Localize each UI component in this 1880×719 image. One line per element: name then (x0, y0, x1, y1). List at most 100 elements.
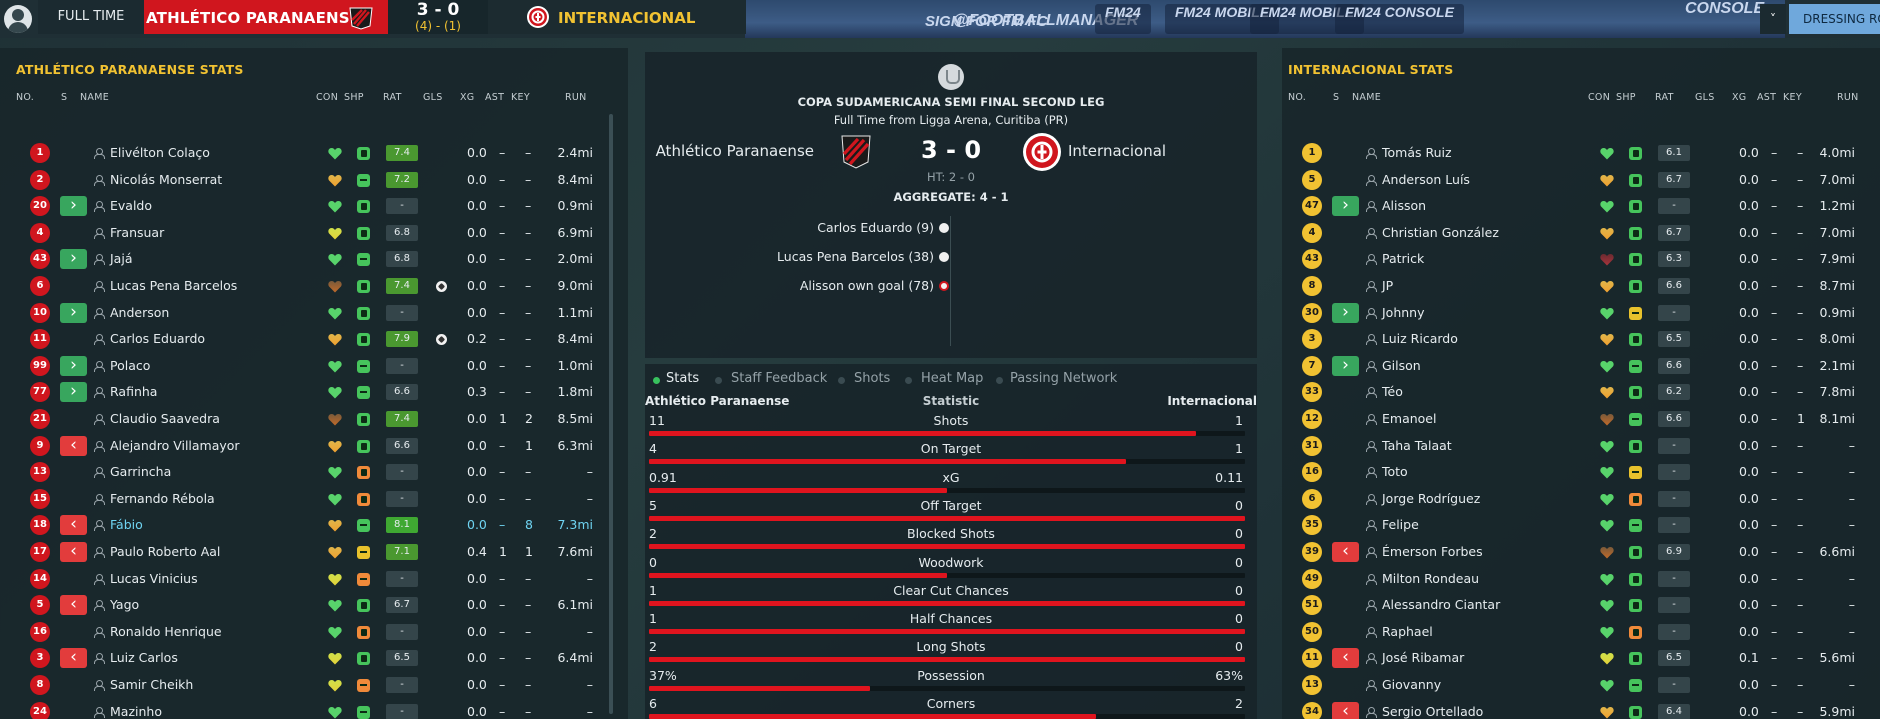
player-name[interactable]: Patrick (1382, 246, 1424, 272)
player-name[interactable]: Mazinho (110, 699, 162, 719)
tab-shots[interactable]: Shots (854, 366, 890, 392)
player-row[interactable]: 31 Taha Talaat -0.0– – – (1282, 433, 1880, 459)
col-run[interactable]: RUN (565, 92, 587, 103)
player-name[interactable]: Garrincha (110, 459, 171, 485)
player-name[interactable]: Felipe (1382, 512, 1419, 538)
player-name[interactable]: Tomás Ruiz (1382, 140, 1452, 166)
col-s[interactable]: S (61, 92, 67, 103)
col-xg[interactable]: XG (460, 92, 474, 103)
col-no[interactable]: NO. (1288, 92, 1306, 103)
tab-passing-network[interactable]: Passing Network (1010, 366, 1117, 392)
scorer-3[interactable]: Alisson own goal (78) (800, 278, 934, 293)
player-row[interactable]: 7 › Gilson 6.6 0.0– –2.1mi (1282, 353, 1880, 379)
player-row[interactable]: 8 JP 6.6 0.0– –8.7mi (1282, 273, 1880, 299)
sub-in-arrow-icon[interactable]: › (60, 196, 87, 217)
center-away-team[interactable]: Internacional (1068, 142, 1166, 160)
player-name[interactable]: Yago (110, 592, 139, 618)
sub-in-arrow-icon[interactable]: › (1332, 355, 1359, 376)
player-row[interactable]: 35 Felipe -0.0– – – (1282, 512, 1880, 538)
col-rat[interactable]: RAT (383, 92, 402, 103)
sub-out-arrow-icon[interactable]: ‹ (60, 515, 87, 536)
scorer-1[interactable]: Carlos Eduardo (9) (817, 220, 934, 235)
player-row[interactable]: 15 Fernando Rébola -0.0– – – (0, 486, 628, 512)
sub-out-arrow-icon[interactable]: ‹ (60, 542, 87, 562)
player-name[interactable]: Anderson (110, 300, 169, 326)
player-name[interactable]: Polaco (110, 353, 150, 379)
player-row[interactable]: 99 › Polaco -0.0– –1.0mi (0, 353, 628, 379)
player-row[interactable]: 13 Garrincha -0.0– – – (0, 459, 628, 485)
col-shp[interactable]: SHP (344, 92, 364, 103)
sub-out-arrow-icon[interactable]: ‹ (60, 435, 87, 456)
player-name[interactable]: Jorge Rodríguez (1382, 486, 1480, 512)
dressing-room-button[interactable]: DRESSING RO (1789, 4, 1880, 34)
tab-heat-map[interactable]: Heat Map (921, 366, 983, 392)
player-name[interactable]: Fransuar (110, 220, 164, 246)
player-row[interactable]: 2 Nicolás Monserrat 7.2 0.0– –8.4mi (0, 167, 628, 193)
player-row[interactable]: 21 Claudio Saavedra 7.4 0.0 1 2 8.5mi (0, 406, 628, 432)
player-row[interactable]: 51 Alessandro Ciantar -0.0– – – (1282, 592, 1880, 618)
away-team-name[interactable]: INTERNACIONAL (558, 0, 695, 36)
col-con[interactable]: CON (1588, 92, 1610, 103)
player-name[interactable]: Gilson (1382, 353, 1421, 379)
player-row[interactable]: 4 Fransuar 6.8 0.0– –6.9mi (0, 220, 628, 246)
player-name[interactable]: Nicolás Monserrat (110, 167, 222, 193)
player-name[interactable]: Luiz Ricardo (1382, 326, 1458, 352)
player-row[interactable]: 10 › Anderson -0.0– –1.1mi (0, 300, 628, 326)
player-row[interactable]: 5 ‹ Yago 6.7 0.0– –6.1mi (0, 592, 628, 618)
col-s[interactable]: S (1333, 92, 1339, 103)
player-row[interactable]: 16 Toto -0.0– – – (1282, 459, 1880, 485)
player-row[interactable]: 16 Ronaldo Henrique -0.0– – – (0, 619, 628, 645)
col-shp[interactable]: SHP (1616, 92, 1636, 103)
sub-in-arrow-icon[interactable]: › (60, 302, 87, 323)
player-name[interactable]: Samir Cheikh (110, 672, 193, 698)
player-name[interactable]: Evaldo (110, 193, 152, 219)
player-name[interactable]: Johnny (1382, 300, 1425, 326)
player-row[interactable]: 11 Carlos Eduardo 7.9 0.2– –8.4mi (0, 326, 628, 352)
col-no[interactable]: NO. (16, 92, 34, 103)
col-ast[interactable]: AST (485, 92, 504, 103)
player-name[interactable]: Claudio Saavedra (110, 406, 220, 432)
player-name[interactable]: Christian González (1382, 220, 1499, 246)
tab-stats[interactable]: Stats (666, 366, 699, 392)
player-row[interactable]: 17 ‹ Paulo Roberto Aal 7.1 0.4 1 1 7.6mi (0, 539, 628, 565)
player-row[interactable]: 24 Mazinho -0.0– – – (0, 699, 628, 719)
sub-out-arrow-icon[interactable]: ‹ (60, 648, 87, 669)
player-name[interactable]: Lucas Pena Barcelos (110, 273, 237, 299)
col-xg[interactable]: XG (1732, 92, 1746, 103)
sub-in-arrow-icon[interactable]: › (60, 382, 87, 403)
player-row[interactable]: 8 Samir Cheikh -0.0– – – (0, 672, 628, 698)
sub-in-arrow-icon[interactable]: › (60, 249, 87, 270)
player-name[interactable]: Anderson Luís (1382, 167, 1470, 193)
sub-in-arrow-icon[interactable]: › (60, 355, 87, 376)
col-gls[interactable]: GLS (423, 92, 443, 103)
player-row[interactable]: 6 Lucas Pena Barcelos 7.4 0.0– –9.0mi (0, 273, 628, 299)
player-row[interactable]: 20 › Evaldo -0.0– –0.9mi (0, 193, 628, 219)
player-name[interactable]: Émerson Forbes (1382, 539, 1483, 565)
player-row[interactable]: 50 Raphael -0.0– – – (1282, 619, 1880, 645)
player-name[interactable]: Téo (1382, 379, 1403, 405)
player-row[interactable]: 6 Jorge Rodríguez -0.0– – – (1282, 486, 1880, 512)
col-ast[interactable]: AST (1757, 92, 1776, 103)
home-scrollbar[interactable] (609, 114, 613, 714)
player-row[interactable]: 1 Tomás Ruiz 6.1 0.0– –4.0mi (1282, 140, 1880, 166)
player-name[interactable]: Jajá (110, 246, 132, 272)
col-gls[interactable]: GLS (1695, 92, 1715, 103)
player-row[interactable]: 34 ‹ Sergio Ortellado 6.4 0.0– –5.9mi (1282, 699, 1880, 719)
col-key[interactable]: KEY (511, 92, 530, 103)
sub-out-arrow-icon[interactable]: ‹ (1332, 648, 1359, 669)
player-name[interactable]: Alejandro Villamayor (110, 433, 240, 459)
player-row[interactable]: 77 › Rafinha 6.6 0.3– –1.8mi (0, 379, 628, 405)
player-name[interactable]: JP (1382, 273, 1393, 299)
player-name[interactable]: Emanoel (1382, 406, 1436, 432)
player-name[interactable]: Fábio (110, 512, 143, 538)
tab-staff-feedback[interactable]: Staff Feedback (731, 366, 827, 392)
manager-avatar[interactable] (4, 5, 32, 33)
player-row[interactable]: 39 ‹ Émerson Forbes 6.9 0.0– –6.6mi (1282, 539, 1880, 565)
player-row[interactable]: 30 › Johnny -0.0– –0.9mi (1282, 300, 1880, 326)
col-rat[interactable]: RAT (1655, 92, 1674, 103)
player-row[interactable]: 1 Elivélton Colaço 7.4 0.0– –2.4mi (0, 140, 628, 166)
player-row[interactable]: 13 Giovanny -0.0– – – (1282, 672, 1880, 698)
home-team-name[interactable]: ATHLÉTICO PARANAENSE (146, 0, 360, 36)
player-name[interactable]: Ronaldo Henrique (110, 619, 222, 645)
player-row[interactable]: 12 Emanoel 6.6 0.0– 1 8.1mi (1282, 406, 1880, 432)
